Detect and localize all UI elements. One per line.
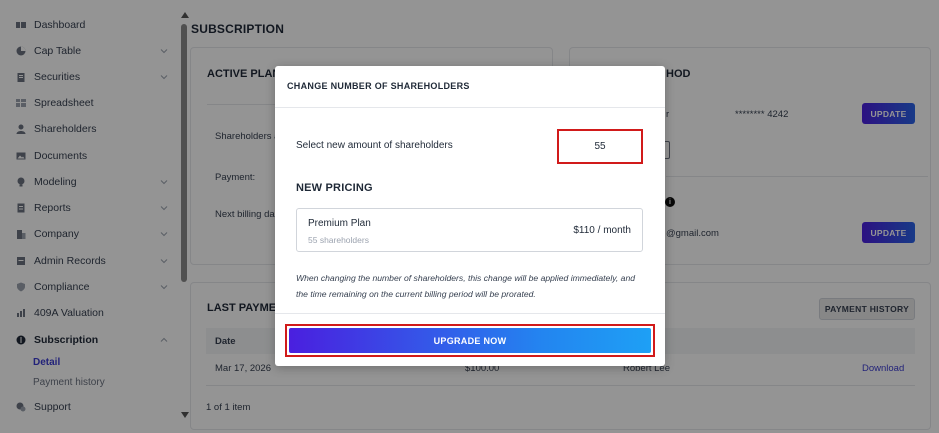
upgrade-now-button[interactable]: UPGRADE NOW: [289, 328, 651, 353]
plan-name: Premium Plan: [308, 218, 371, 229]
upgrade-button-highlight: UPGRADE NOW: [285, 324, 655, 357]
modal-header-divider: [275, 107, 665, 108]
plan-summary-box: Premium Plan 55 shareholders $110 / mont…: [296, 208, 643, 252]
modal-footer-divider: [275, 313, 665, 314]
modal-title: CHANGE NUMBER OF SHAREHOLDERS: [287, 81, 470, 91]
proration-note: When changing the number of shareholders…: [296, 273, 636, 299]
change-shareholders-modal: CHANGE NUMBER OF SHAREHOLDERS Select new…: [275, 66, 665, 366]
plan-shareholders: 55 shareholders: [308, 235, 369, 245]
select-shareholders-label: Select new amount of shareholders: [296, 140, 453, 151]
plan-price: $110 / month: [573, 225, 631, 236]
new-pricing-heading: NEW PRICING: [296, 182, 373, 194]
shareholders-number-input[interactable]: 55: [557, 129, 643, 164]
